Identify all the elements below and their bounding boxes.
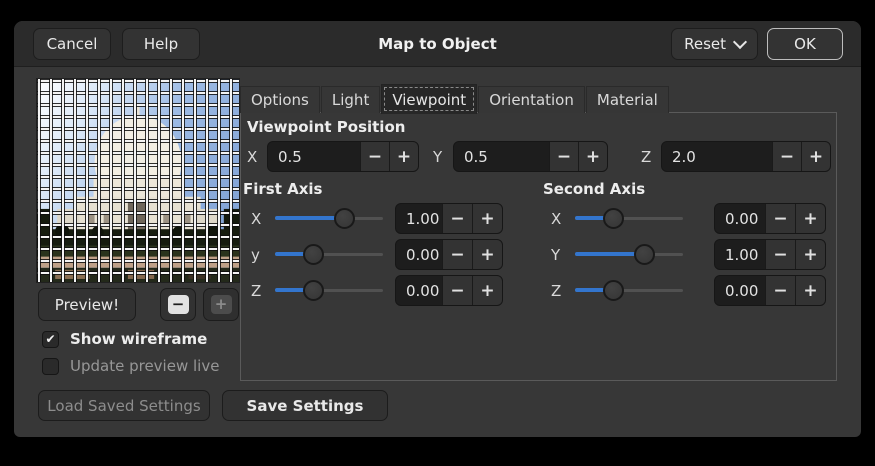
zoom-out-button[interactable]: −	[160, 288, 196, 321]
vp-z-input[interactable]	[662, 142, 772, 171]
viewpoint-position-row: X − + Y − + Z − +	[247, 141, 831, 172]
slider-thumb[interactable]	[603, 208, 624, 229]
first-axis-x-minus-button[interactable]: −	[442, 204, 472, 233]
second-axis-z-minus-button[interactable]: −	[765, 276, 795, 305]
cancel-button[interactable]: Cancel	[33, 28, 111, 60]
first-axis-x-input[interactable]	[396, 204, 442, 233]
vp-y-minus-button[interactable]: −	[549, 142, 578, 171]
second-axis-y-spin-group: − +	[714, 239, 826, 270]
tab-orientation[interactable]: Orientation	[478, 86, 585, 113]
first-axis-y-minus-button[interactable]: −	[442, 240, 472, 269]
first-axis-y-label: y	[247, 246, 273, 264]
second-axis-y-minus-button[interactable]: −	[765, 240, 795, 269]
vp-z-label: Z	[641, 148, 653, 166]
second-axis-x-row: X − +	[547, 203, 826, 234]
vp-y-label: Y	[433, 148, 445, 166]
help-button[interactable]: Help	[122, 28, 200, 60]
first-axis-z-label: Z	[247, 282, 273, 300]
second-axis-y-input[interactable]	[715, 240, 765, 269]
second-axis-x-input[interactable]	[715, 204, 765, 233]
show-wireframe-checkbox[interactable]: ✔	[42, 331, 59, 348]
viewpoint-position-title: Viewpoint Position	[247, 118, 405, 136]
second-axis-y-row: Y − +	[547, 239, 826, 270]
first-axis-title: First Axis	[243, 180, 322, 198]
vp-z-minus-button[interactable]: −	[772, 142, 801, 171]
preview-area[interactable]	[36, 78, 240, 283]
zoom-in-button[interactable]: +	[203, 288, 239, 321]
titlebar: Map to Object Cancel Help Reset OK	[14, 21, 861, 67]
plus-icon: +	[211, 295, 232, 314]
vp-x-input[interactable]	[268, 142, 360, 171]
first-axis-x-spin-group: − +	[395, 203, 503, 234]
first-axis-z-input[interactable]	[396, 276, 442, 305]
second-axis-rows: X − + Y − +	[547, 203, 826, 306]
slider-thumb[interactable]	[603, 280, 624, 301]
tab-light[interactable]: Light	[321, 86, 380, 113]
second-axis-x-label: X	[547, 210, 573, 228]
update-preview-live-label: Update preview live	[70, 357, 219, 375]
slider-thumb[interactable]	[303, 244, 324, 265]
ok-button[interactable]: OK	[767, 28, 843, 60]
first-axis-z-minus-button[interactable]: −	[442, 276, 472, 305]
second-axis-x-minus-button[interactable]: −	[765, 204, 795, 233]
update-preview-live-checkbox[interactable]: ✔	[42, 358, 59, 375]
second-axis-x-spin-group: − +	[714, 203, 826, 234]
show-wireframe-row: ✔ Show wireframe	[42, 330, 207, 348]
slider-thumb[interactable]	[303, 280, 324, 301]
tab-options[interactable]: Options	[240, 86, 320, 113]
first-axis-y-slider[interactable]	[273, 239, 385, 270]
reset-button-label: Reset	[684, 35, 726, 53]
tab-material[interactable]: Material	[586, 86, 669, 113]
vp-y-input[interactable]	[454, 142, 549, 171]
first-axis-y-plus-button[interactable]: +	[472, 240, 502, 269]
second-axis-z-input[interactable]	[715, 276, 765, 305]
second-axis-z-row: Z − +	[547, 275, 826, 306]
tab-viewpoint[interactable]: Viewpoint	[381, 84, 477, 114]
vp-z-spin-group: − +	[661, 141, 831, 172]
slider-thumb[interactable]	[334, 208, 355, 229]
vp-z-block: Z − +	[641, 141, 831, 172]
first-axis-x-label: X	[247, 210, 273, 228]
first-axis-x-plus-button[interactable]: +	[472, 204, 502, 233]
first-axis-z-row: Z − +	[247, 275, 503, 306]
save-settings-button[interactable]: Save Settings	[222, 390, 388, 421]
vp-x-spin-group: − +	[267, 141, 419, 172]
second-axis-x-slider[interactable]	[573, 203, 685, 234]
minus-icon: −	[168, 295, 189, 314]
first-axis-z-spin-group: − +	[395, 275, 503, 306]
first-axis-z-slider[interactable]	[273, 275, 385, 306]
first-axis-x-row: X − +	[247, 203, 503, 234]
first-axis-y-row: y − +	[247, 239, 503, 270]
wireframe-grid	[37, 79, 239, 282]
vp-x-minus-button[interactable]: −	[360, 142, 389, 171]
first-axis-x-slider[interactable]	[273, 203, 385, 234]
vp-y-plus-button[interactable]: +	[578, 142, 607, 171]
update-preview-live-row: ✔ Update preview live	[42, 357, 219, 375]
second-axis-x-plus-button[interactable]: +	[795, 204, 825, 233]
vp-z-plus-button[interactable]: +	[801, 142, 830, 171]
second-axis-z-slider[interactable]	[573, 275, 685, 306]
second-axis-title: Second Axis	[543, 180, 645, 198]
second-axis-z-spin-group: − +	[714, 275, 826, 306]
chevron-down-icon	[733, 34, 747, 48]
tab-bar: Options Light Viewpoint Orientation Mate…	[240, 84, 670, 113]
second-axis-y-label: Y	[547, 246, 573, 264]
load-saved-settings-button[interactable]: Load Saved Settings	[38, 390, 210, 421]
first-axis-z-plus-button[interactable]: +	[472, 276, 502, 305]
first-axis-y-spin-group: − +	[395, 239, 503, 270]
first-axis-rows: X − + y − +	[247, 203, 503, 306]
vp-x-label: X	[247, 148, 259, 166]
second-axis-y-slider[interactable]	[573, 239, 685, 270]
reset-button[interactable]: Reset	[671, 28, 758, 60]
vp-x-plus-button[interactable]: +	[389, 142, 418, 171]
second-axis-z-label: Z	[547, 282, 573, 300]
first-axis-y-input[interactable]	[396, 240, 442, 269]
map-to-object-dialog: Map to Object Cancel Help Reset OK	[14, 21, 861, 437]
second-axis-y-plus-button[interactable]: +	[795, 240, 825, 269]
second-axis-z-plus-button[interactable]: +	[795, 276, 825, 305]
show-wireframe-label: Show wireframe	[70, 330, 207, 348]
vp-y-spin-group: − +	[453, 141, 608, 172]
preview-button[interactable]: Preview!	[38, 288, 136, 321]
slider-thumb[interactable]	[634, 244, 655, 265]
